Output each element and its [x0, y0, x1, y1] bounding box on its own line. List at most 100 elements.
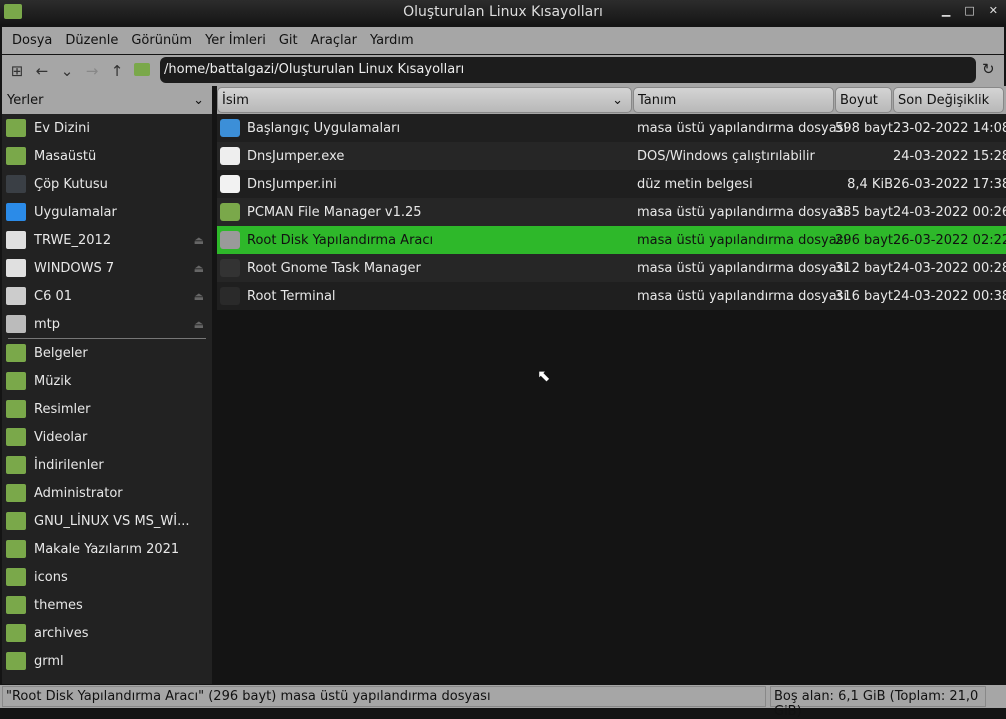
applications-icon: [6, 203, 26, 221]
home-icon[interactable]: [133, 62, 151, 80]
window-title: Oluşturulan Linux Kısayolları: [403, 4, 603, 20]
sidebar-bookmark[interactable]: archives: [2, 619, 212, 647]
menu-dosya[interactable]: Dosya: [12, 33, 52, 48]
menu-yer-imleri[interactable]: Yer İmleri: [205, 33, 266, 48]
sidebar-item-label: GNU_LİNUX VS MS_Wİ...: [34, 513, 190, 529]
file-name: Root Gnome Task Manager: [247, 260, 421, 276]
sidebar-bookmark[interactable]: Administrator: [2, 479, 212, 507]
folder-icon: [6, 512, 26, 530]
sidebar-bookmark[interactable]: GNU_LİNUX VS MS_Wİ...: [2, 507, 212, 535]
sidebar-item-label: Videolar: [34, 429, 88, 445]
path-input[interactable]: /home/battalgazi/Oluşturulan Linux Kısay…: [160, 57, 976, 83]
folder-icon: [6, 596, 26, 614]
file-name: Root Disk Yapılandırma Aracı: [247, 232, 434, 248]
forward-icon[interactable]: →: [83, 62, 101, 80]
close-button[interactable]: ✕: [989, 4, 998, 17]
folder-icon: [6, 400, 26, 418]
eject-icon[interactable]: ⏏: [194, 234, 204, 247]
folder-icon: [6, 624, 26, 642]
eject-icon[interactable]: ⏏: [194, 290, 204, 303]
column-header-name[interactable]: İsim ⌄: [217, 87, 632, 113]
sidebar-bookmark[interactable]: grml: [2, 647, 212, 675]
sidebar-item[interactable]: Uygulamalar: [2, 198, 212, 226]
folder-icon: [220, 203, 240, 221]
text-file-icon: [220, 175, 240, 193]
phone-icon: [6, 287, 26, 305]
column-header-modified[interactable]: Son Değişiklik: [893, 87, 1004, 113]
disk-utility-icon: [220, 231, 240, 249]
sidebar-item-label: grml: [34, 653, 64, 669]
file-row[interactable]: Başlangıç Uygulamaları masa üstü yapıland…: [217, 114, 1006, 142]
sidebar-item-label: TRWE_2012: [34, 232, 112, 248]
sidebar-item-label: icons: [34, 569, 68, 585]
reload-icon[interactable]: ↻: [982, 60, 995, 78]
eject-icon[interactable]: ⏏: [194, 262, 204, 275]
file-row[interactable]: Root Terminal masa üstü yapılandırma dosy…: [217, 282, 1006, 310]
free-space-status: Boş alan: 6,1 GiB (Toplam: 21,0 GiB): [770, 686, 986, 719]
file-name: PCMAN File Manager v1.25: [247, 204, 422, 220]
places-dropdown[interactable]: Yerler ⌄: [2, 86, 212, 114]
sidebar-item[interactable]: Masaüstü: [2, 142, 212, 170]
places-sidebar: Yerler ⌄ Ev Dizini Masaüstü Çöp Kutusu Uygul…: [2, 86, 212, 684]
eject-icon[interactable]: ⏏: [194, 318, 204, 331]
sidebar-item[interactable]: Ev Dizini: [2, 114, 212, 142]
sidebar-item-label: Administrator: [34, 485, 123, 501]
selection-status: "Root Disk Yapılandırma Aracı" (296 bayt…: [2, 686, 766, 707]
sidebar-bookmark[interactable]: Müzik: [2, 367, 212, 395]
trash-icon: [6, 175, 26, 193]
history-chevron-down-icon[interactable]: ⌄: [58, 62, 76, 80]
folder-icon: [6, 428, 26, 446]
sidebar-bookmark[interactable]: İndirilenler: [2, 451, 212, 479]
file-row[interactable]: DnsJumper.exe DOS/Windows çalıştırılabili…: [217, 142, 1006, 170]
up-icon[interactable]: ↑: [108, 62, 126, 80]
menu-yardim[interactable]: Yardım: [370, 33, 414, 48]
sidebar-item[interactable]: Çöp Kutusu: [2, 170, 212, 198]
column-label: Tanım: [638, 92, 677, 108]
sidebar-item-label: WINDOWS 7: [34, 260, 115, 276]
menu-git[interactable]: Git: [279, 33, 298, 48]
back-icon[interactable]: ←: [33, 62, 51, 80]
menu-araclar[interactable]: Araçlar: [311, 33, 357, 48]
sidebar-item[interactable]: WINDOWS 7 ⏏: [2, 254, 212, 282]
file-row[interactable]: Root Disk Yapılandırma Aracı masa üstü ya…: [217, 226, 1006, 254]
sidebar-bookmark[interactable]: Makale Yazılarım 2021: [2, 535, 212, 563]
new-tab-icon[interactable]: ⊞: [8, 62, 26, 80]
sidebar-bookmark[interactable]: Videolar: [2, 423, 212, 451]
sidebar-item[interactable]: mtp ⏏: [2, 310, 212, 338]
sidebar-bookmark[interactable]: icons: [2, 563, 212, 591]
sidebar-item-label: İndirilenler: [34, 457, 104, 473]
sidebar-item[interactable]: C6 01 ⏏: [2, 282, 212, 310]
maximize-button[interactable]: □: [964, 4, 974, 17]
status-bar: "Root Disk Yapılandırma Aracı" (296 bayt…: [0, 685, 1006, 719]
folder-icon: [6, 456, 26, 474]
folder-icon: [6, 652, 26, 670]
column-label: Boyut: [840, 92, 878, 108]
menu-gorunum[interactable]: Görünüm: [131, 33, 192, 48]
file-modified: 26-03-2022 02:22: [893, 232, 1006, 248]
sidebar-item-label: Ev Dizini: [34, 120, 90, 136]
file-row[interactable]: DnsJumper.ini düz metin belgesi 8,4 KiB 26-…: [217, 170, 1006, 198]
menu-duzenle[interactable]: Düzenle: [65, 33, 118, 48]
file-row[interactable]: Root Gnome Task Manager masa üstü yapılan…: [217, 254, 1006, 282]
minimize-button[interactable]: ▁: [942, 4, 950, 17]
file-modified: 26-03-2022 17:38: [893, 176, 1006, 192]
column-header-description[interactable]: Tanım: [633, 87, 834, 113]
file-row[interactable]: PCMAN File Manager v1.25 masa üstü yapıla…: [217, 198, 1006, 226]
title-bar: Oluşturulan Linux Kısayolları ▁ □ ✕: [0, 0, 1006, 24]
system-monitor-icon: [220, 259, 240, 277]
file-description: DOS/Windows çalıştırılabilir: [637, 148, 815, 164]
sidebar-item-label: Masaüstü: [34, 148, 97, 164]
sidebar-bookmark[interactable]: Belgeler: [2, 339, 212, 367]
column-header-size[interactable]: Boyut: [835, 87, 892, 113]
sidebar-item[interactable]: TRWE_2012 ⏏: [2, 226, 212, 254]
disk-icon: [6, 231, 26, 249]
file-description: düz metin belgesi: [637, 176, 753, 192]
file-modified: 24-03-2022 00:38: [893, 288, 1006, 304]
folder-icon: [6, 344, 26, 362]
disk-icon: [6, 259, 26, 277]
file-modified: 24-03-2022 00:28: [893, 260, 1006, 276]
sidebar-bookmark[interactable]: themes: [2, 591, 212, 619]
file-size: 335 bayt: [835, 204, 893, 220]
exe-gear-icon: [220, 147, 240, 165]
sidebar-bookmark[interactable]: Resimler: [2, 395, 212, 423]
